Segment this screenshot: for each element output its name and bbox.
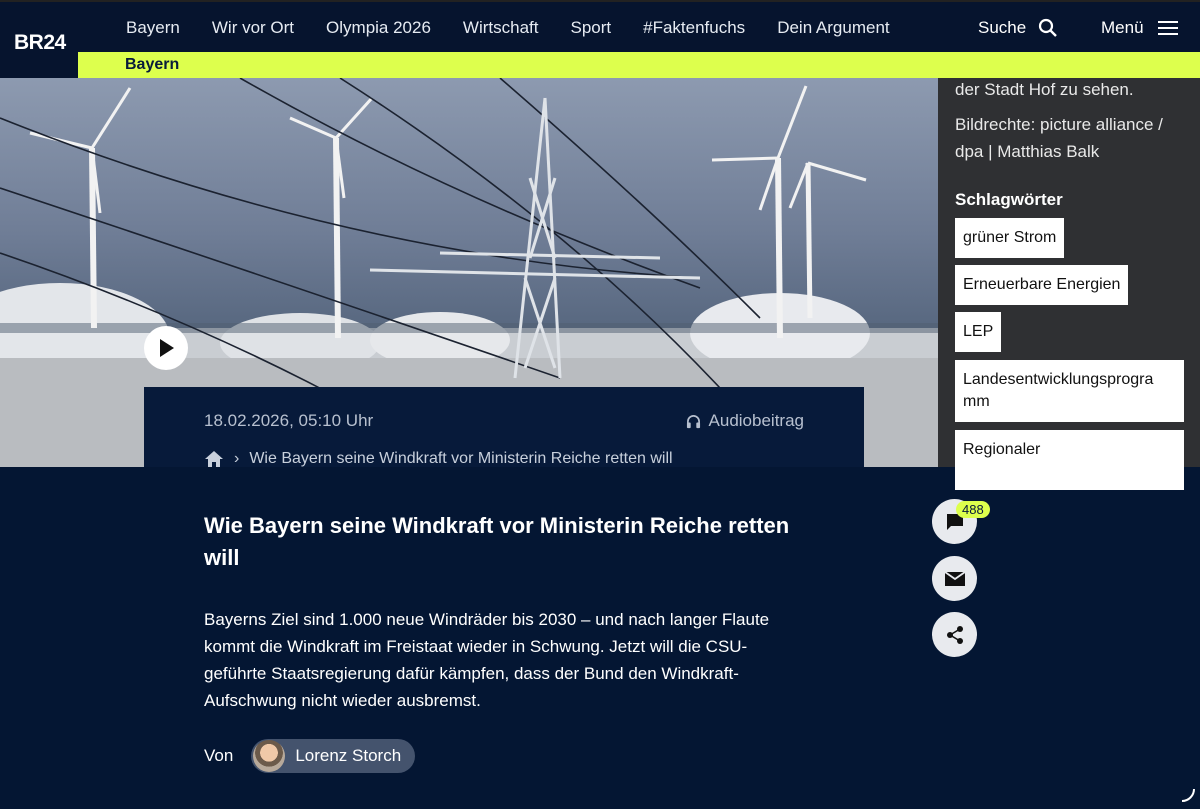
email-share-button[interactable]	[932, 556, 977, 601]
nav-item-wirtschaft[interactable]: Wirtschaft	[447, 18, 555, 38]
video-play-button[interactable]	[144, 326, 188, 370]
search-label: Suche	[978, 18, 1027, 37]
search-button[interactable]: Suche	[978, 18, 1058, 38]
menu-label: Menü	[1101, 18, 1144, 37]
share-icon	[946, 625, 963, 644]
section-label[interactable]: Bayern	[125, 56, 179, 74]
nav-item-bayern[interactable]: Bayern	[110, 18, 196, 38]
tag-gruener-strom[interactable]: grüner Strom	[955, 218, 1065, 258]
author-chip[interactable]: Lorenz Storch	[251, 739, 416, 773]
tag-regionaler[interactable]: Regionaler	[955, 430, 1184, 490]
image-credits: Bildrechte: picture alliance / dpa | Mat…	[955, 115, 1163, 161]
home-icon[interactable]	[204, 450, 224, 468]
comment-count-badge: 488	[956, 501, 990, 518]
share-button[interactable]	[932, 612, 977, 657]
publish-date: 18.02.2026, 05:10 Uhr	[204, 411, 374, 430]
image-caption: der Stadt Hof zu sehen.	[955, 80, 1134, 99]
nav-item-sport[interactable]: Sport	[554, 18, 627, 38]
tags-heading: Schlagwörter	[955, 190, 1063, 209]
nav-item-dein-argument[interactable]: Dein Argument	[761, 18, 905, 38]
tag-landesentwicklungsprogramm[interactable]: Landesentwicklungsprogra mm	[955, 360, 1184, 422]
author-avatar	[253, 740, 286, 772]
nav-item-faktenfuchs[interactable]: #Faktenfuchs	[627, 18, 761, 38]
tag-lep[interactable]: LEP	[955, 312, 1002, 352]
chevron-right-icon: ›	[234, 450, 240, 467]
loading-spinner-icon	[1181, 788, 1195, 802]
section-bar: Bayern	[78, 52, 1200, 78]
audio-label: Audiobeitrag	[708, 411, 804, 430]
headphones-icon	[686, 414, 700, 428]
hamburger-icon	[1157, 21, 1178, 35]
author-byline: Von Lorenz Storch	[204, 739, 416, 773]
article-lead: Bayerns Ziel sind 1.000 neue Windräder b…	[204, 610, 770, 710]
menu-button[interactable]: Menü	[1101, 18, 1178, 38]
author-name: Lorenz Storch	[295, 746, 402, 765]
mail-icon	[943, 570, 966, 586]
play-icon	[160, 339, 174, 357]
nav-item-olympia[interactable]: Olympia 2026	[310, 18, 447, 38]
breadcrumb: › Wie Bayern seine Windkraft vor Ministe…	[204, 450, 673, 468]
by-label: Von	[204, 746, 234, 765]
article-meta: 18.02.2026, 05:10 Uhr Audiobeitrag › Wie…	[144, 387, 864, 467]
tag-erneuerbare-energien[interactable]: Erneuerbare Energien	[955, 265, 1129, 305]
audio-link[interactable]: Audiobeitrag	[686, 411, 804, 431]
subbar-spacer	[0, 52, 78, 78]
image-info-panel: der Stadt Hof zu sehen. Bildrechte: pict…	[938, 78, 1200, 490]
main-nav: Bayern Wir vor Ort Olympia 2026 Wirtscha…	[110, 18, 906, 38]
search-icon	[1039, 18, 1058, 37]
nav-item-wir-vor-ort[interactable]: Wir vor Ort	[196, 18, 310, 38]
top-navigation: BR24 Bayern Wir vor Ort Olympia 2026 Wir…	[0, 0, 1200, 54]
breadcrumb-current: Wie Bayern seine Windkraft vor Ministeri…	[249, 450, 673, 467]
article-title: Wie Bayern seine Windkraft vor Ministeri…	[204, 513, 790, 570]
